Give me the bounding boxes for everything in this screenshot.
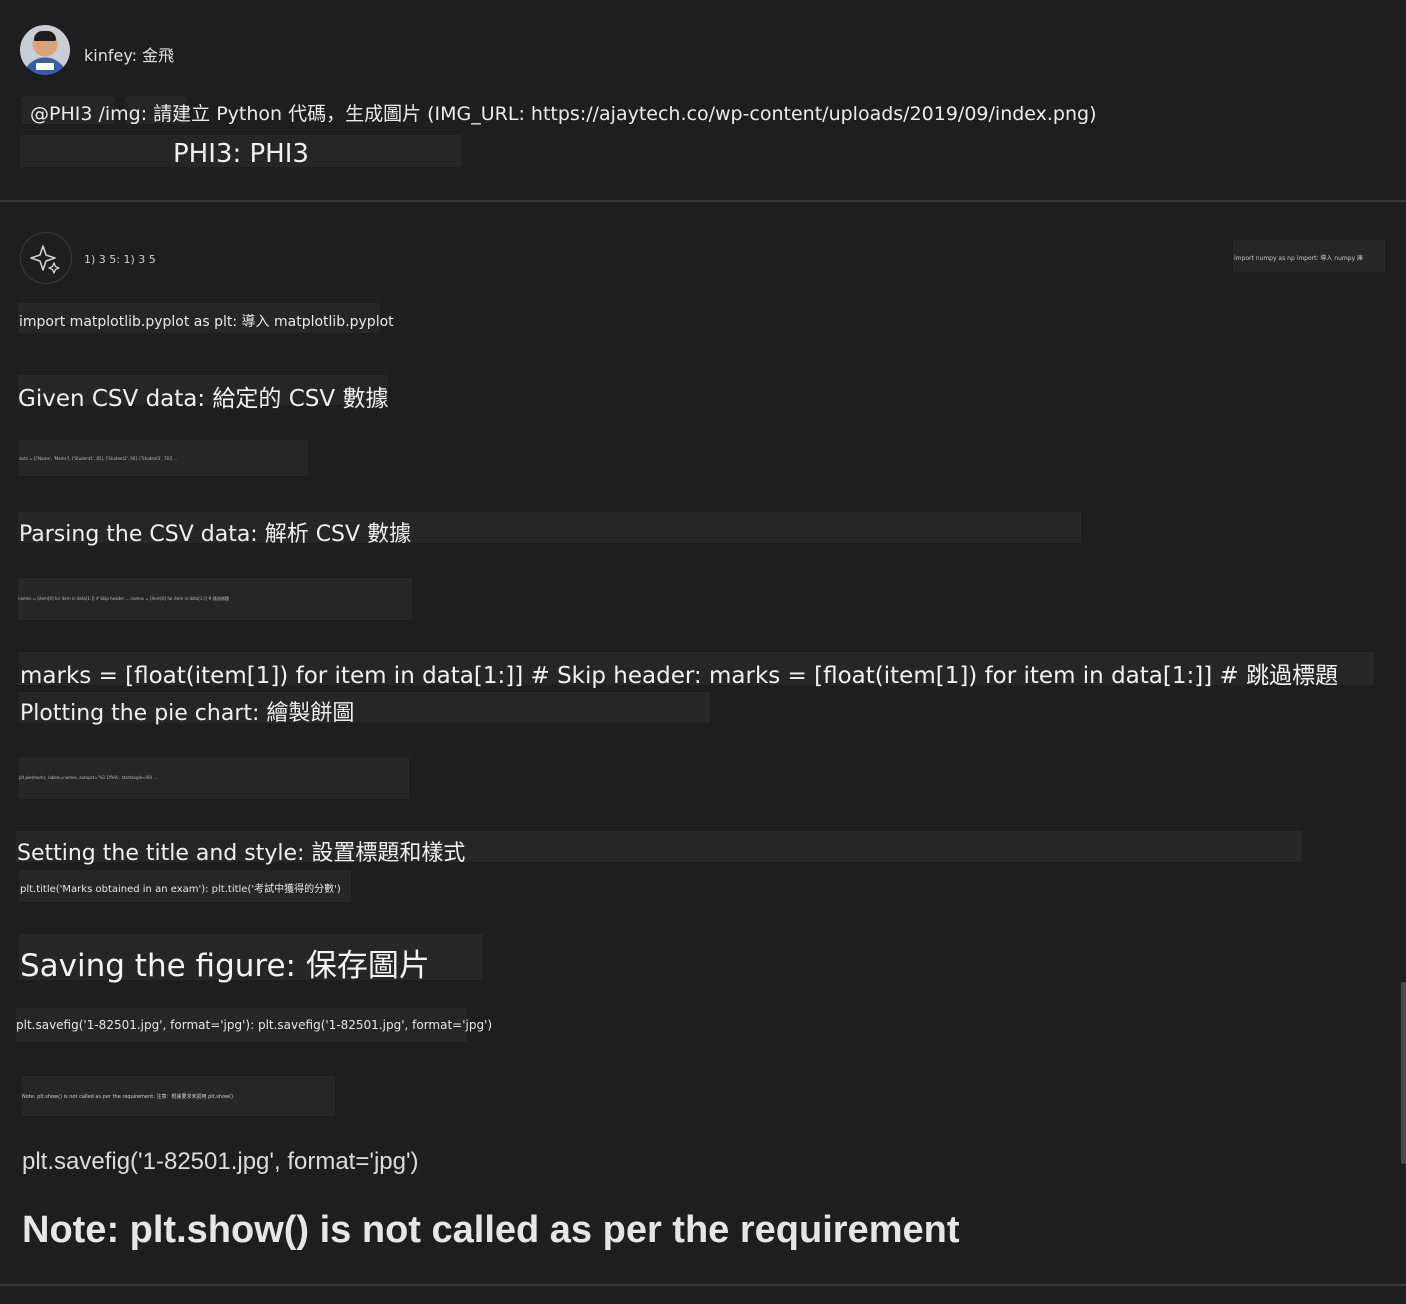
agent-tag: PHI3: PHI3 xyxy=(173,139,309,169)
title-style-heading: Setting the title and style: 設置標題和樣式 xyxy=(17,841,466,866)
assistant-avatar xyxy=(20,232,72,284)
saving-heading: Saving the figure: 保存圖片 xyxy=(20,948,430,984)
parsing-heading: Parsing the CSV data: 解析 CSV 數據 xyxy=(19,522,412,547)
note-code-small: Note: plt.show() is not called as per th… xyxy=(22,1094,234,1100)
avatar-hair xyxy=(34,31,56,41)
user-name: kinfey: 金飛 xyxy=(84,46,175,65)
sparkle-icon xyxy=(30,245,60,274)
parsing-code: names = [item[0] for item in data[1:]] #… xyxy=(18,596,229,601)
pie-code: plt.pie(marks, labels=names, autopct='%1… xyxy=(19,775,158,780)
numpy-import: import numpy as np import: 導入 numpy 庫 xyxy=(1234,255,1364,262)
assistant-header: 1) 3 5: 1) 3 5 xyxy=(84,253,156,266)
note-line: Note: plt.show() is not called as per th… xyxy=(22,1209,960,1251)
csv-data-code: data = [['Name', 'Marks'], ['Student1', … xyxy=(19,456,178,461)
user-prompt: @PHI3 /img: 請建立 Python 代碼，生成圖片 (IMG_URL:… xyxy=(30,103,1097,125)
marks-line: marks = [float(item[1]) for item in data… xyxy=(20,663,1339,689)
given-csv-heading: Given CSV data: 給定的 CSV 數據 xyxy=(18,386,389,412)
user-avatar[interactable] xyxy=(20,25,70,75)
import-matplotlib: import matplotlib.pyplot as plt: 導入 matp… xyxy=(19,314,394,330)
plotting-heading: Plotting the pie chart: 繪製餅圖 xyxy=(20,701,355,726)
avatar-badge xyxy=(36,63,54,70)
savefig-line: plt.savefig('1-82501.jpg', format='jpg') xyxy=(22,1148,419,1175)
scrollbar[interactable] xyxy=(1401,982,1406,1164)
title-code: plt.title('Marks obtained in an exam'): … xyxy=(20,884,341,895)
savefig-code: plt.savefig('1-82501.jpg', format='jpg')… xyxy=(16,1018,493,1032)
message-divider xyxy=(0,200,1406,202)
bottom-divider xyxy=(0,1284,1406,1286)
